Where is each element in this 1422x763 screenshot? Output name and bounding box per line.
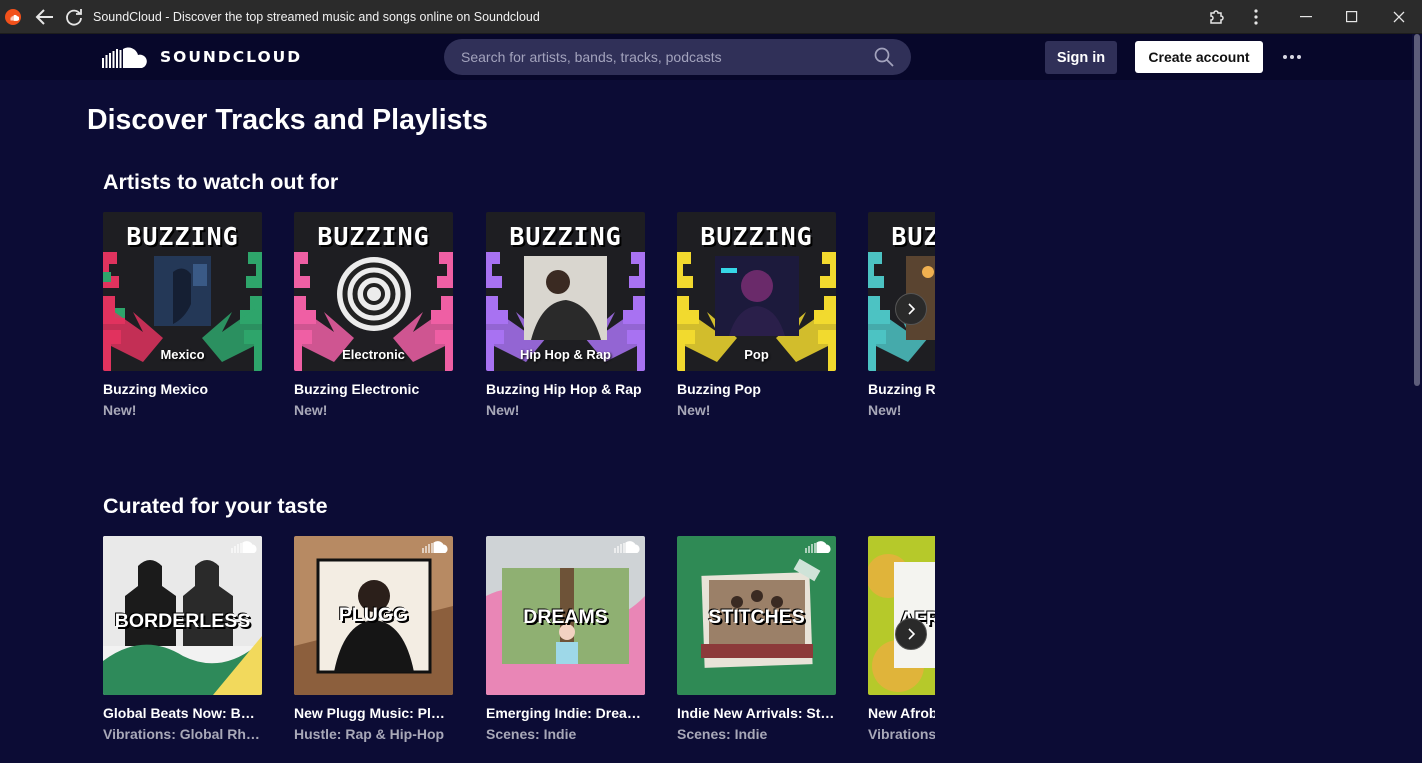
carousel-artists: BUZZING Mexico Buzzing Mexico New! BUZZI… bbox=[103, 212, 935, 422]
search-input[interactable] bbox=[444, 39, 864, 75]
playlist-artwork[interactable]: AFRO bbox=[868, 536, 935, 695]
playlist-artwork[interactable]: BUZZING Hip Hop & Rap bbox=[486, 212, 645, 371]
logo-wordmark: SOUNDCLOUD bbox=[160, 48, 303, 66]
sign-in-button[interactable]: Sign in bbox=[1045, 41, 1117, 74]
card-subtitle: New! bbox=[677, 402, 711, 418]
search-icon[interactable] bbox=[874, 47, 894, 67]
extensions-puzzle-icon[interactable] bbox=[1205, 5, 1229, 29]
search-bar[interactable] bbox=[444, 39, 911, 75]
playlist-card[interactable]: BUZZING Pop Buzzing Pop New! bbox=[677, 212, 836, 418]
site-header: SOUNDCLOUD Sign in Create account bbox=[0, 34, 1412, 80]
minimize-icon[interactable] bbox=[1283, 0, 1329, 34]
playlist-card[interactable]: BUZZING Hip Hop & Rap Buzzing Hip Hop & … bbox=[486, 212, 645, 418]
artwork-genre: Pop bbox=[744, 347, 769, 362]
artwork-word: BUZZING bbox=[891, 222, 935, 251]
section-title-curated: Curated for your taste bbox=[103, 494, 328, 518]
artwork-word: BUZZING bbox=[700, 222, 813, 251]
back-arrow-icon[interactable] bbox=[33, 5, 57, 29]
artwork-word: BUZZING bbox=[317, 222, 430, 251]
playlist-card[interactable]: BUZZING Electronic Buzzing Electronic Ne… bbox=[294, 212, 453, 418]
browser-titlebar: SoundCloud - Discover the top streamed m… bbox=[0, 0, 1422, 34]
card-subtitle: New! bbox=[294, 402, 328, 418]
card-title[interactable]: Buzzing Pop bbox=[677, 381, 836, 397]
chevron-right-icon bbox=[908, 628, 916, 640]
artwork-word: DREAMS bbox=[523, 606, 608, 628]
card-subtitle: Scenes: Indie bbox=[486, 726, 577, 742]
scrollbar-thumb[interactable] bbox=[1414, 34, 1420, 386]
carousel-next-button[interactable] bbox=[895, 293, 927, 325]
create-account-button[interactable]: Create account bbox=[1135, 41, 1263, 73]
close-icon[interactable] bbox=[1376, 0, 1422, 34]
card-subtitle: Scenes: Indie bbox=[677, 726, 768, 742]
playlist-artwork[interactable]: BUZZING bbox=[868, 212, 935, 371]
playlist-card[interactable]: PLUGG New Plugg Music: Plugg Hustle: Rap… bbox=[294, 536, 453, 742]
playlist-card[interactable]: STITCHES Indie New Arrivals: Stitches Sc… bbox=[677, 536, 836, 742]
section-title-artists: Artists to watch out for bbox=[103, 170, 339, 194]
playlist-artwork[interactable]: STITCHES bbox=[677, 536, 836, 695]
chevron-right-icon bbox=[908, 303, 916, 315]
playlist-artwork[interactable]: BUZZING Electronic bbox=[294, 212, 453, 371]
soundcloud-watermark-icon bbox=[614, 541, 640, 553]
soundcloud-watermark-icon bbox=[805, 541, 831, 553]
card-subtitle: New! bbox=[486, 402, 520, 418]
playlist-card[interactable]: BORDERLESS Global Beats Now: Borderless … bbox=[103, 536, 262, 742]
artwork-genre: Electronic bbox=[342, 347, 405, 362]
soundcloud-logo[interactable]: SOUNDCLOUD bbox=[102, 46, 302, 68]
playlist-card[interactable]: DREAMS Emerging Indie: Dreams Scenes: In… bbox=[486, 536, 645, 742]
card-title[interactable]: New Plugg Music: Plugg bbox=[294, 705, 453, 721]
card-title[interactable]: Buzzing R&B bbox=[868, 381, 935, 397]
soundcloud-cloud-icon bbox=[102, 47, 147, 68]
carousel-next-button[interactable] bbox=[895, 618, 927, 650]
artwork-genre: Hip Hop & Rap bbox=[520, 347, 611, 362]
card-subtitle: Hustle: Rap & Hip-Hop bbox=[294, 726, 445, 742]
card-title[interactable]: Buzzing Electronic bbox=[294, 381, 453, 397]
card-subtitle: Vibrations bbox=[868, 726, 935, 742]
card-title[interactable]: New Afrobeats bbox=[868, 705, 935, 721]
page-title: Discover Tracks and Playlists bbox=[87, 104, 488, 136]
reload-icon[interactable] bbox=[62, 5, 86, 29]
card-title[interactable]: Indie New Arrivals: Stitches bbox=[677, 705, 836, 721]
card-title[interactable]: Emerging Indie: Dreams bbox=[486, 705, 645, 721]
artwork-word: BORDERLESS bbox=[114, 610, 251, 632]
artwork-word: STITCHES bbox=[708, 606, 805, 628]
carousel-curated: BORDERLESS Global Beats Now: Borderless … bbox=[103, 536, 935, 746]
maximize-icon[interactable] bbox=[1329, 0, 1375, 34]
kebab-menu-icon[interactable] bbox=[1244, 5, 1268, 29]
card-subtitle: Vibrations: Global Rhythms bbox=[103, 726, 262, 742]
artwork-word: BUZZING bbox=[509, 222, 622, 251]
playlist-artwork[interactable]: BORDERLESS bbox=[103, 536, 262, 695]
browser-tab-title: SoundCloud - Discover the top streamed m… bbox=[93, 10, 540, 24]
playlist-artwork[interactable]: BUZZING Mexico bbox=[103, 212, 262, 371]
card-title[interactable]: Buzzing Mexico bbox=[103, 381, 262, 397]
artwork-genre: Mexico bbox=[160, 347, 205, 362]
card-subtitle: New! bbox=[103, 402, 137, 418]
more-options-icon[interactable] bbox=[1279, 49, 1305, 65]
artwork-word: BUZZING bbox=[126, 222, 239, 251]
artwork-word: PLUGG bbox=[338, 604, 409, 626]
soundcloud-app-icon bbox=[5, 9, 21, 25]
card-subtitle: New! bbox=[868, 402, 902, 418]
playlist-artwork[interactable]: PLUGG bbox=[294, 536, 453, 695]
playlist-card[interactable]: BUZZING Mexico Buzzing Mexico New! bbox=[103, 212, 262, 418]
playlist-artwork[interactable]: DREAMS bbox=[486, 536, 645, 695]
card-title[interactable]: Global Beats Now: Borderless bbox=[103, 705, 262, 721]
page-scrollbar[interactable] bbox=[1412, 34, 1422, 763]
playlist-artwork[interactable]: BUZZING Pop bbox=[677, 212, 836, 371]
soundcloud-watermark-icon bbox=[231, 541, 257, 553]
soundcloud-watermark-icon bbox=[422, 541, 448, 553]
card-title[interactable]: Buzzing Hip Hop & Rap bbox=[486, 381, 645, 397]
